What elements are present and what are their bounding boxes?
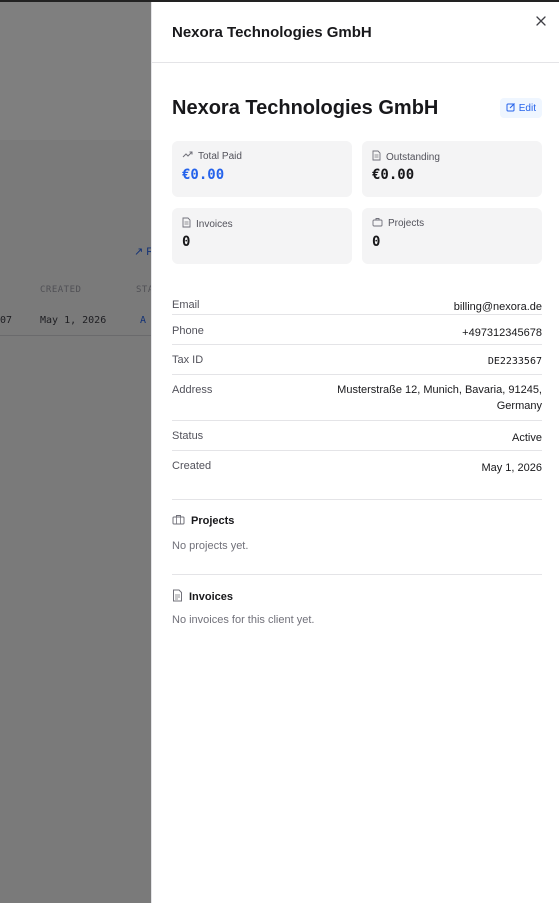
status-value: Active [512,432,542,444]
stat-label: Invoices [196,218,233,230]
detail-label: Status [172,430,204,442]
section-divider [172,499,542,500]
briefcase-icon [172,514,185,528]
projects-empty-text: No projects yet. [172,540,249,552]
detail-row-created: Created May 1, 2026 [172,451,542,481]
stat-value-invoices: 0 [182,234,191,250]
detail-row-status: Status Active [172,421,542,451]
stat-card-invoices: Invoices 0 [172,208,352,264]
stat-value-total-paid: €0.00 [182,167,225,183]
section-divider [172,574,542,575]
detail-label: Phone [172,325,204,337]
document-icon [372,150,381,164]
detail-row-address: Address Musterstraße 12, Munich, Bavaria… [172,375,542,421]
detail-label: Tax ID [172,354,204,366]
edit-icon [506,102,516,115]
document-icon [172,589,183,605]
tax-id-value: DE2233567 [487,356,542,367]
stat-value-projects: 0 [372,234,381,250]
stat-label: Projects [388,218,425,229]
briefcase-icon [372,217,383,230]
invoices-section-title: Invoices [172,589,233,605]
sheet-title: Nexora Technologies GmbH [172,24,372,41]
address-line: Germany [496,400,542,412]
client-detail-sheet: Nexora Technologies GmbH Nexora Technolo… [151,2,559,903]
detail-row-email: Email billing@nexora.de [172,291,542,315]
detail-label: Address [172,384,213,396]
stat-card-total-paid: Total Paid €0.00 [172,141,352,197]
sheet-header: Nexora Technologies GmbH [152,2,559,63]
detail-row-phone: Phone +497312345678 [172,315,542,345]
edit-button-label: Edit [518,102,536,114]
stat-card-projects: Projects 0 [362,208,542,264]
stat-label: Outstanding [386,151,440,163]
close-icon[interactable] [534,14,548,28]
created-value: May 1, 2026 [481,462,542,474]
phone-value: +497312345678 [462,327,542,339]
client-name: Nexora Technologies GmbH [172,97,439,119]
stat-card-outstanding: Outstanding €0.00 [362,141,542,197]
trending-up-icon [182,150,193,162]
projects-section-title: Projects [172,514,234,528]
address-line: Musterstraße 12, Munich, Bavaria, 91245, [337,384,542,396]
document-icon [182,217,191,231]
section-title-label: Invoices [189,591,234,603]
detail-label: Created [172,460,212,472]
edit-button[interactable]: Edit [499,98,542,118]
stat-value-outstanding: €0.00 [372,167,415,183]
email-value: billing@nexora.de [453,301,542,313]
stat-label: Total Paid [198,150,242,162]
section-title-label: Projects [191,515,235,527]
detail-label: Email [172,299,200,311]
address-value: Musterstraße 12, Munich, Bavaria, 91245,… [337,382,542,414]
detail-row-tax-id: Tax ID DE2233567 [172,345,542,375]
invoices-empty-text: No invoices for this client yet. [172,614,315,626]
